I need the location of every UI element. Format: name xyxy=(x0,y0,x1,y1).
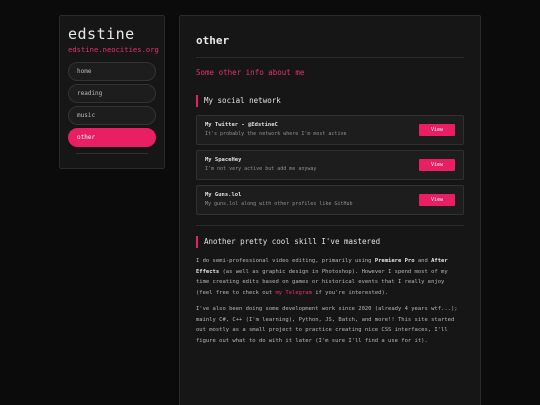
main-content: other Some other info about me My social… xyxy=(179,15,481,405)
site-title: edstine xyxy=(68,25,135,43)
card-description: I'm not very active but add me anyway xyxy=(205,166,317,172)
divider xyxy=(196,57,464,58)
sidebar-divider xyxy=(76,153,148,154)
skill-paragraph-1: I do semi-professional video editing, pr… xyxy=(196,256,464,298)
view-gunslol-button[interactable]: View xyxy=(419,194,455,206)
telegram-link[interactable]: my Telegram xyxy=(275,290,311,296)
card-description: It's probably the network where I'm most… xyxy=(205,131,347,137)
skill-section-heading: Another pretty cool skill I've mastered xyxy=(196,236,464,248)
social-card-twitter: My Twitter - @EdstineC It's probably the… xyxy=(196,115,464,145)
card-title: My Guns.lol xyxy=(205,192,242,198)
nav-item-music[interactable]: music xyxy=(68,106,156,125)
card-description: My guns.lol along with other profiles li… xyxy=(205,201,353,207)
bold-premiere: Premiere Pro xyxy=(374,258,415,264)
skill-paragraph-2: I've also been doing some development wo… xyxy=(196,306,458,344)
social-card-spacehey: My SpaceHey I'm not very active but add … xyxy=(196,150,464,180)
text-span: if you're interested). xyxy=(311,289,389,296)
nav-item-home[interactable]: home xyxy=(68,62,156,81)
social-card-gunslol: My Guns.lol My guns.lol along with other… xyxy=(196,185,464,215)
nav-item-other[interactable]: other xyxy=(68,128,156,147)
sidebar: edstine edstine.neocities.org home readi… xyxy=(59,15,165,169)
social-section-heading: My social network xyxy=(196,95,464,107)
divider xyxy=(196,225,464,226)
view-spacehey-button[interactable]: View xyxy=(419,159,455,171)
text-span: and xyxy=(414,258,432,264)
card-title: My SpaceHey xyxy=(205,157,242,163)
text-span: I do semi-professional video editing, pr… xyxy=(196,258,375,264)
card-title: My Twitter - @EdstineC xyxy=(205,122,278,128)
page-subtitle: Some other info about me xyxy=(196,68,305,77)
page-title: other xyxy=(196,34,230,47)
view-twitter-button[interactable]: View xyxy=(419,124,455,136)
site-url[interactable]: edstine.neocities.org xyxy=(68,45,159,54)
nav-item-reading[interactable]: reading xyxy=(68,84,156,103)
